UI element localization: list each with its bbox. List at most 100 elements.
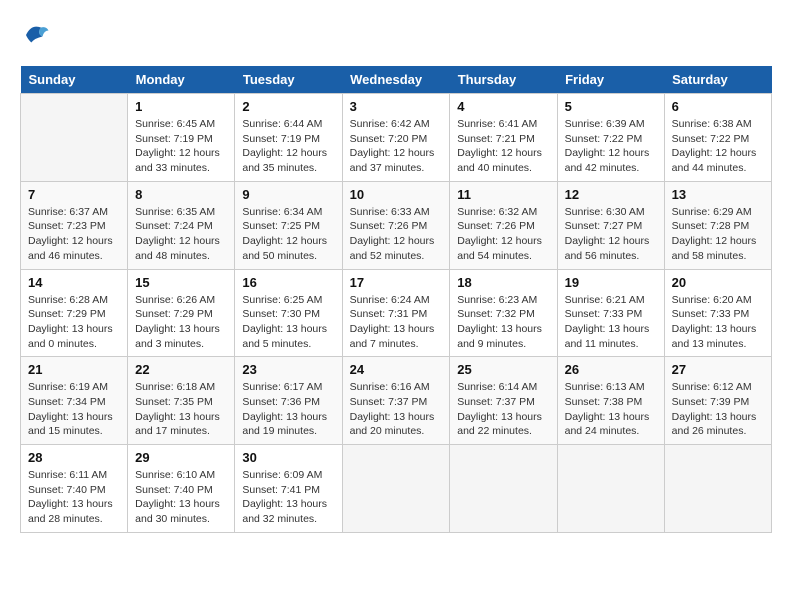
calendar-cell: 13 Sunrise: 6:29 AMSunset: 7:28 PMDayligh… <box>664 181 771 269</box>
column-header-wednesday: Wednesday <box>342 66 450 94</box>
day-info: Sunrise: 6:42 AMSunset: 7:20 PMDaylight:… <box>350 117 443 176</box>
calendar-cell: 4 Sunrise: 6:41 AMSunset: 7:21 PMDaylight… <box>450 94 557 182</box>
calendar-cell: 16 Sunrise: 6:25 AMSunset: 7:30 PMDayligh… <box>235 269 342 357</box>
day-info: Sunrise: 6:44 AMSunset: 7:19 PMDaylight:… <box>242 117 334 176</box>
calendar-cell: 8 Sunrise: 6:35 AMSunset: 7:24 PMDaylight… <box>128 181 235 269</box>
calendar-cell: 12 Sunrise: 6:30 AMSunset: 7:27 PMDayligh… <box>557 181 664 269</box>
calendar-cell <box>342 445 450 533</box>
day-number: 26 <box>565 362 657 377</box>
calendar-week-row: 14 Sunrise: 6:28 AMSunset: 7:29 PMDayligh… <box>21 269 772 357</box>
day-info: Sunrise: 6:39 AMSunset: 7:22 PMDaylight:… <box>565 117 657 176</box>
day-number: 8 <box>135 187 227 202</box>
calendar-cell: 22 Sunrise: 6:18 AMSunset: 7:35 PMDayligh… <box>128 357 235 445</box>
calendar-header-row: SundayMondayTuesdayWednesdayThursdayFrid… <box>21 66 772 94</box>
day-info: Sunrise: 6:12 AMSunset: 7:39 PMDaylight:… <box>672 380 764 439</box>
calendar-cell: 30Sunrise: 6:09 AMSunset: 7:41 PMDayligh… <box>235 445 342 533</box>
calendar-cell: 11 Sunrise: 6:32 AMSunset: 7:26 PMDayligh… <box>450 181 557 269</box>
day-info: Sunrise: 6:09 AMSunset: 7:41 PMDaylight:… <box>242 468 334 527</box>
day-number: 25 <box>457 362 549 377</box>
day-number: 14 <box>28 275 120 290</box>
column-header-friday: Friday <box>557 66 664 94</box>
calendar-cell <box>557 445 664 533</box>
calendar-table: SundayMondayTuesdayWednesdayThursdayFrid… <box>20 66 772 533</box>
day-info: Sunrise: 6:33 AMSunset: 7:26 PMDaylight:… <box>350 205 443 264</box>
calendar-week-row: 28 Sunrise: 6:11 AMSunset: 7:40 PMDayligh… <box>21 445 772 533</box>
day-number: 23 <box>242 362 334 377</box>
day-number: 6 <box>672 99 764 114</box>
calendar-cell: 29 Sunrise: 6:10 AMSunset: 7:40 PMDayligh… <box>128 445 235 533</box>
day-number: 10 <box>350 187 443 202</box>
calendar-cell: 5 Sunrise: 6:39 AMSunset: 7:22 PMDaylight… <box>557 94 664 182</box>
column-header-thursday: Thursday <box>450 66 557 94</box>
column-header-monday: Monday <box>128 66 235 94</box>
calendar-cell <box>664 445 771 533</box>
day-number: 4 <box>457 99 549 114</box>
day-number: 9 <box>242 187 334 202</box>
logo <box>20 20 54 50</box>
day-number: 3 <box>350 99 443 114</box>
day-info: Sunrise: 6:17 AMSunset: 7:36 PMDaylight:… <box>242 380 334 439</box>
calendar-cell: 15 Sunrise: 6:26 AMSunset: 7:29 PMDayligh… <box>128 269 235 357</box>
day-number: 15 <box>135 275 227 290</box>
day-number: 2 <box>242 99 334 114</box>
calendar-cell: 7 Sunrise: 6:37 AMSunset: 7:23 PMDaylight… <box>21 181 128 269</box>
day-info: Sunrise: 6:28 AMSunset: 7:29 PMDaylight:… <box>28 293 120 352</box>
day-info: Sunrise: 6:24 AMSunset: 7:31 PMDaylight:… <box>350 293 443 352</box>
day-info: Sunrise: 6:18 AMSunset: 7:35 PMDaylight:… <box>135 380 227 439</box>
day-number: 11 <box>457 187 549 202</box>
calendar-cell: 10 Sunrise: 6:33 AMSunset: 7:26 PMDayligh… <box>342 181 450 269</box>
day-info: Sunrise: 6:41 AMSunset: 7:21 PMDaylight:… <box>457 117 549 176</box>
calendar-cell: 1Sunrise: 6:45 AMSunset: 7:19 PMDaylight… <box>128 94 235 182</box>
day-info: Sunrise: 6:32 AMSunset: 7:26 PMDaylight:… <box>457 205 549 264</box>
day-number: 7 <box>28 187 120 202</box>
day-number: 17 <box>350 275 443 290</box>
calendar-cell: 14 Sunrise: 6:28 AMSunset: 7:29 PMDayligh… <box>21 269 128 357</box>
day-number: 28 <box>28 450 120 465</box>
day-info: Sunrise: 6:19 AMSunset: 7:34 PMDaylight:… <box>28 380 120 439</box>
calendar-cell: 21Sunrise: 6:19 AMSunset: 7:34 PMDayligh… <box>21 357 128 445</box>
calendar-cell: 9 Sunrise: 6:34 AMSunset: 7:25 PMDaylight… <box>235 181 342 269</box>
day-number: 20 <box>672 275 764 290</box>
calendar-week-row: 21Sunrise: 6:19 AMSunset: 7:34 PMDayligh… <box>21 357 772 445</box>
day-info: Sunrise: 6:11 AMSunset: 7:40 PMDaylight:… <box>28 468 120 527</box>
logo-bird-icon <box>20 20 50 50</box>
day-number: 29 <box>135 450 227 465</box>
day-number: 27 <box>672 362 764 377</box>
calendar-week-row: 1Sunrise: 6:45 AMSunset: 7:19 PMDaylight… <box>21 94 772 182</box>
day-info: Sunrise: 6:14 AMSunset: 7:37 PMDaylight:… <box>457 380 549 439</box>
day-number: 16 <box>242 275 334 290</box>
day-info: Sunrise: 6:34 AMSunset: 7:25 PMDaylight:… <box>242 205 334 264</box>
day-number: 5 <box>565 99 657 114</box>
calendar-cell: 6 Sunrise: 6:38 AMSunset: 7:22 PMDaylight… <box>664 94 771 182</box>
day-info: Sunrise: 6:30 AMSunset: 7:27 PMDaylight:… <box>565 205 657 264</box>
day-info: Sunrise: 6:23 AMSunset: 7:32 PMDaylight:… <box>457 293 549 352</box>
day-info: Sunrise: 6:38 AMSunset: 7:22 PMDaylight:… <box>672 117 764 176</box>
calendar-week-row: 7 Sunrise: 6:37 AMSunset: 7:23 PMDaylight… <box>21 181 772 269</box>
day-number: 18 <box>457 275 549 290</box>
calendar-cell: 28 Sunrise: 6:11 AMSunset: 7:40 PMDayligh… <box>21 445 128 533</box>
calendar-cell: 23 Sunrise: 6:17 AMSunset: 7:36 PMDayligh… <box>235 357 342 445</box>
day-info: Sunrise: 6:35 AMSunset: 7:24 PMDaylight:… <box>135 205 227 264</box>
day-info: Sunrise: 6:25 AMSunset: 7:30 PMDaylight:… <box>242 293 334 352</box>
calendar-cell: 18 Sunrise: 6:23 AMSunset: 7:32 PMDayligh… <box>450 269 557 357</box>
calendar-cell: 24Sunrise: 6:16 AMSunset: 7:37 PMDayligh… <box>342 357 450 445</box>
page-header <box>20 20 772 50</box>
calendar-cell <box>21 94 128 182</box>
day-info: Sunrise: 6:26 AMSunset: 7:29 PMDaylight:… <box>135 293 227 352</box>
calendar-cell: 3 Sunrise: 6:42 AMSunset: 7:20 PMDaylight… <box>342 94 450 182</box>
calendar-cell: 25 Sunrise: 6:14 AMSunset: 7:37 PMDayligh… <box>450 357 557 445</box>
day-info: Sunrise: 6:29 AMSunset: 7:28 PMDaylight:… <box>672 205 764 264</box>
column-header-sunday: Sunday <box>21 66 128 94</box>
calendar-cell <box>450 445 557 533</box>
day-number: 13 <box>672 187 764 202</box>
day-number: 22 <box>135 362 227 377</box>
day-info: Sunrise: 6:37 AMSunset: 7:23 PMDaylight:… <box>28 205 120 264</box>
column-header-saturday: Saturday <box>664 66 771 94</box>
day-number: 12 <box>565 187 657 202</box>
day-info: Sunrise: 6:20 AMSunset: 7:33 PMDaylight:… <box>672 293 764 352</box>
day-info: Sunrise: 6:13 AMSunset: 7:38 PMDaylight:… <box>565 380 657 439</box>
calendar-cell: 19Sunrise: 6:21 AMSunset: 7:33 PMDayligh… <box>557 269 664 357</box>
day-info: Sunrise: 6:10 AMSunset: 7:40 PMDaylight:… <box>135 468 227 527</box>
day-number: 19 <box>565 275 657 290</box>
calendar-cell: 17 Sunrise: 6:24 AMSunset: 7:31 PMDayligh… <box>342 269 450 357</box>
